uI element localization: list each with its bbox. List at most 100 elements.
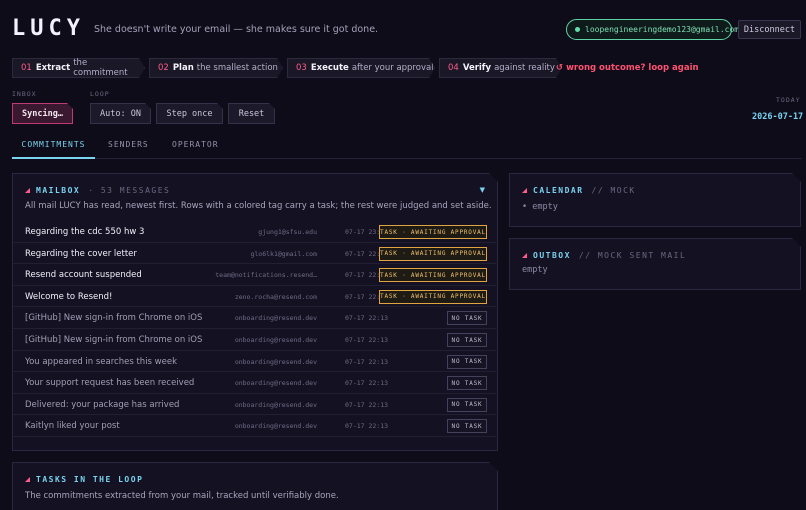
auto-toggle-button[interactable]: Auto: ON — [90, 103, 151, 124]
step-number: 03 — [296, 63, 307, 73]
mailbox-title: MAILBOX · 53 MESSAGES — [25, 186, 170, 195]
mail-row[interactable]: [GitHub] New sign-in from Chrome on iOS o… — [13, 307, 499, 329]
connected-status-icon — [575, 27, 580, 32]
mail-subject: Your support request has been received — [25, 378, 195, 389]
mail-subject: [GitHub] New sign-in from Chrome on iOS — [25, 313, 203, 324]
tab-operator[interactable]: OPERATOR — [172, 140, 219, 159]
mail-subject: You appeared in searches this week — [25, 356, 178, 367]
mail-sender: onboarding@resend.dev — [234, 400, 317, 409]
step-keyword: Extract — [35, 63, 71, 73]
mail-sender: zeno.rocha@resend.com — [234, 292, 317, 301]
step-plan: 02 Plan the smallest action — [149, 58, 283, 78]
mail-sender: team@notifications.resend… — [215, 271, 317, 280]
mail-row[interactable]: Resend account suspended team@notificatio… — [13, 264, 499, 286]
step-text: against reality — [494, 63, 555, 73]
no-task-badge[interactable]: NO TASK — [447, 398, 487, 412]
mail-row[interactable]: Delivered: your package has arrived onboa… — [13, 394, 499, 416]
step-number: 01 — [21, 63, 32, 73]
step-text: after your approval — [351, 63, 434, 73]
app-header: LUCY She doesn't write your email — she … — [0, 0, 806, 58]
outbox-title-text: OUTBOX — [533, 251, 571, 260]
step-keyword: Verify — [462, 63, 492, 73]
mail-time: 07-17 22:13 — [345, 314, 389, 323]
mail-row[interactable]: Regarding the cover letter glo6lk1@gmail.… — [13, 243, 499, 265]
mail-subject: Regarding the cover letter — [25, 248, 137, 259]
reset-button[interactable]: Reset — [228, 103, 275, 124]
calendar-empty: • empty — [522, 202, 558, 212]
calendar-panel: CALENDAR // MOCK • empty — [509, 173, 801, 227]
tasks-description: The commitments extracted from your mail… — [25, 491, 339, 501]
mail-time: 07-17 22:13 — [345, 379, 389, 388]
step-once-button[interactable]: Step once — [156, 103, 223, 124]
no-task-badge[interactable]: NO TASK — [447, 333, 487, 347]
disconnect-button[interactable]: Disconnect — [738, 20, 801, 39]
account-email: loopengineeringdemo123@gmail.com — [585, 25, 740, 34]
step-extract: 01 Extract the commitment — [12, 58, 145, 78]
task-status-badge[interactable]: TASK · AWAITING APPROVAL — [379, 247, 487, 261]
no-task-badge[interactable]: NO TASK — [447, 311, 487, 325]
sync-inbox-button[interactable]: Syncing… — [12, 103, 73, 124]
mailbox-panel: MAILBOX · 53 MESSAGES ▼ All mail LUCY ha… — [12, 173, 498, 451]
mail-sender: onboarding@resend.dev — [234, 379, 317, 388]
mail-subject: Kaitlyn liked your post — [25, 421, 120, 432]
mailbox-count: · 53 MESSAGES — [88, 186, 171, 195]
section-marker-icon — [25, 477, 30, 482]
no-task-badge[interactable]: NO TASK — [447, 376, 487, 390]
mail-row[interactable]: Kaitlyn liked your post onboarding@resend… — [13, 415, 499, 437]
step-verify: 04 Verify against reality — [439, 58, 562, 78]
inbox-label: INBOX — [12, 90, 37, 98]
step-execute: 03 Execute after your approval — [287, 58, 435, 78]
mail-subject: Resend account suspended — [25, 270, 142, 281]
tasks-title-text: TASKS IN THE LOOP — [36, 475, 144, 484]
app-tagline: She doesn't write your email — she makes… — [94, 24, 379, 35]
mailbox-description: All mail LUCY has read, newest first. Ro… — [25, 201, 492, 211]
mail-time: 07-17 22:13 — [345, 422, 389, 431]
step-keyword: Execute — [310, 63, 349, 73]
mail-time: 07-17 22:13 — [345, 400, 389, 409]
main-tabs: COMMITMENTS SENDERS OPERATOR — [12, 136, 802, 159]
step-number: 04 — [448, 63, 459, 73]
no-task-badge[interactable]: NO TASK — [447, 419, 487, 433]
mail-sender: glo6lk1@gmail.com — [250, 249, 317, 258]
tab-senders[interactable]: SENDERS — [108, 140, 149, 159]
tasks-title: TASKS IN THE LOOP — [25, 475, 143, 484]
calendar-title: CALENDAR // MOCK — [522, 186, 636, 195]
section-marker-icon — [522, 253, 527, 258]
mail-sender: gjung1@sfsu.edu — [258, 228, 317, 236]
mail-subject: Welcome to Resend! — [25, 291, 113, 302]
mail-sender: onboarding@resend.dev — [234, 357, 317, 366]
step-number: 02 — [158, 63, 169, 73]
app-logo: LUCY — [12, 16, 85, 41]
calendar-subtitle: // MOCK — [591, 186, 636, 195]
today-label: TODAY — [776, 96, 801, 104]
loop-again-hint: ↺ wrong outcome? loop again — [556, 63, 699, 73]
today-date: 2026-07-17 — [752, 112, 804, 122]
mail-row[interactable]: You appeared in searches this week onboar… — [13, 351, 499, 373]
mail-time: 07-17 22:13 — [345, 357, 389, 366]
outbox-panel: OUTBOX // MOCK SENT MAIL empty — [509, 238, 801, 290]
mail-row[interactable]: Welcome to Resend! zeno.rocha@resend.com 0… — [13, 286, 499, 308]
task-status-badge[interactable]: TASK · AWAITING APPROVAL — [379, 290, 487, 304]
section-marker-icon — [522, 188, 527, 193]
collapse-caret-icon[interactable]: ▼ — [480, 186, 485, 194]
tasks-panel: TASKS IN THE LOOP The commitments extrac… — [12, 462, 498, 510]
step-keyword: Plan — [172, 63, 194, 73]
connected-account-pill: loopengineeringdemo123@gmail.com — [566, 19, 739, 40]
outbox-title: OUTBOX // MOCK SENT MAIL — [522, 251, 686, 260]
task-status-badge[interactable]: TASK · AWAITING APPROVAL — [379, 268, 487, 282]
step-text: the commitment — [73, 58, 128, 78]
mail-subject: [GitHub] New sign-in from Chrome on iOS — [25, 335, 203, 345]
mail-row[interactable]: Your support request has been received on… — [13, 372, 499, 394]
no-task-badge[interactable]: NO TASK — [447, 355, 487, 369]
mail-subject: Regarding the cdc 550 hw 3 — [25, 227, 145, 237]
mail-row[interactable]: [GitHub] New sign-in from Chrome on iOS o… — [13, 329, 499, 351]
mailbox-title-text: MAILBOX — [36, 186, 81, 195]
task-status-badge[interactable]: TASK · AWAITING APPROVAL — [379, 225, 487, 239]
section-marker-icon — [25, 188, 30, 193]
calendar-title-text: CALENDAR — [533, 186, 584, 195]
outbox-empty: empty — [522, 265, 548, 275]
tab-commitments[interactable]: COMMITMENTS — [12, 140, 95, 159]
mail-row[interactable]: Regarding the cdc 550 hw 3 gjung1@sfsu.ed… — [13, 221, 499, 243]
step-text: the smallest action — [196, 63, 278, 73]
mail-sender: onboarding@resend.dev — [234, 422, 317, 431]
